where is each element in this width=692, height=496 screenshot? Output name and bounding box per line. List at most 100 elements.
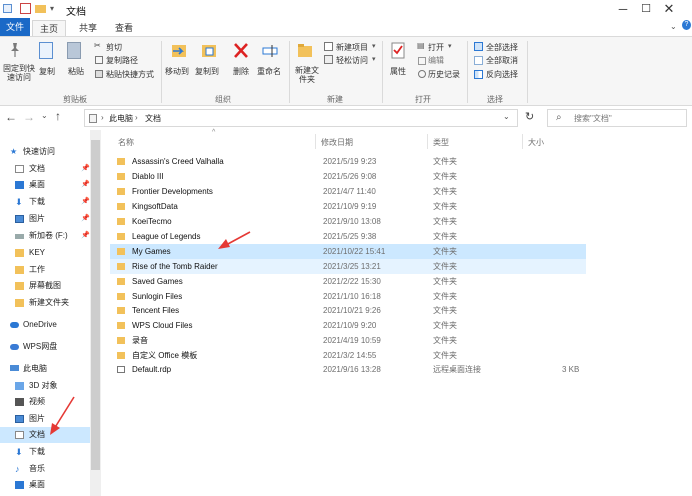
back-arrow-icon[interactable]: ← [5, 110, 17, 124]
folder-icon [117, 188, 125, 195]
navigation-pane: ★ 快速访问 文档 📌 桌面 📌 ⬇ 下载 📌 图片 📌 新加卷 (F:) 📌 [0, 130, 102, 496]
breadcrumb-this-pc[interactable]: 此电脑 [109, 113, 133, 124]
column-header-name[interactable]: 名称 [118, 137, 134, 148]
pin-quick-access-button[interactable]: 固定到快速访问 [1, 64, 37, 82]
nav-wps-cloud[interactable]: WPS网盘 [0, 339, 90, 355]
new-item-dropdown-icon[interactable]: ▾ [372, 42, 376, 50]
new-folder-button[interactable]: 新建文件夹 [295, 66, 319, 84]
nav-item-pictures[interactable]: 图片 📌 [0, 211, 90, 227]
history-button[interactable]: 历史记录 [428, 69, 460, 80]
video-icon [15, 398, 24, 406]
remote-desktop-file-icon [117, 366, 125, 373]
tab-share[interactable]: 共享 [72, 20, 104, 36]
new-item-button[interactable]: 新建项目 [336, 42, 368, 53]
refresh-icon[interactable]: ↻ [525, 110, 534, 123]
easy-access-button[interactable]: 轻松访问 [336, 55, 368, 66]
properties-quick-icon[interactable] [20, 3, 31, 14]
select-all-button[interactable]: 全部选择 [486, 42, 518, 53]
nav-item-desktop[interactable]: 桌面 📌 [0, 177, 90, 193]
table-row[interactable]: Tencent Files 2021/10/21 9:26 文件夹 [110, 303, 586, 318]
table-row[interactable]: KoeiTecmo 2021/9/10 13:08 文件夹 [110, 214, 586, 229]
invert-selection-button[interactable]: 反向选择 [486, 69, 518, 80]
rename-button[interactable]: 重命名 [257, 66, 281, 77]
copy-to-button[interactable]: 复制到 [195, 66, 219, 77]
nav-item-documents[interactable]: 文档 📌 [0, 161, 90, 177]
table-row[interactable]: 自定义 Office 模板 2021/3/2 14:55 文件夹 [110, 348, 586, 363]
address-bar[interactable]: › 此电脑 › 文档 ⌄ [84, 109, 518, 127]
nav-label: 文档 [29, 164, 45, 173]
nav-this-pc[interactable]: 此电脑 [0, 361, 90, 377]
nav-item-screenshots[interactable]: 屏幕截图 [0, 278, 90, 294]
nav-pc-3d-objects[interactable]: 3D 对象 [0, 378, 90, 394]
cut-button[interactable]: 剪切 [106, 42, 122, 53]
cloud-icon [10, 322, 19, 328]
star-icon: ★ [10, 147, 18, 156]
table-row[interactable]: WPS Cloud Files 2021/10/9 9:20 文件夹 [110, 318, 586, 333]
table-row[interactable]: KingsoftData 2021/10/9 9:19 文件夹 [110, 199, 586, 214]
open-button[interactable]: 打开 [428, 42, 444, 53]
file-date: 2021/10/9 9:19 [323, 202, 377, 211]
nav-label: OneDrive [23, 320, 57, 329]
table-row[interactable]: Sunlogin Files 2021/1/10 16:18 文件夹 [110, 289, 586, 304]
column-header-size[interactable]: 大小 [528, 137, 544, 148]
help-icon[interactable]: ? [682, 20, 691, 30]
up-arrow-icon[interactable]: ↑ [55, 109, 61, 123]
tab-view[interactable]: 查看 [108, 20, 140, 36]
table-row[interactable]: Frontier Developments 2021/4/7 11:40 文件夹 [110, 184, 586, 199]
file-name: WPS Cloud Files [132, 321, 193, 330]
table-row[interactable]: Saved Games 2021/2/22 15:30 文件夹 [110, 274, 586, 289]
nav-pc-music[interactable]: ♪ 音乐 [0, 461, 90, 477]
table-row[interactable]: 录音 2021/4/19 10:59 文件夹 [110, 333, 586, 348]
search-box[interactable]: ⌕ 搜索"文档" [547, 109, 687, 127]
tab-home[interactable]: 主页 [32, 20, 66, 36]
address-dropdown-icon[interactable]: ⌄ [503, 112, 510, 121]
nav-label: WPS网盘 [23, 342, 58, 351]
folder-icon [117, 307, 125, 314]
breadcrumb-documents[interactable]: 文档 [145, 113, 161, 124]
column-header-type[interactable]: 类型 [433, 137, 449, 148]
properties-button[interactable]: 属性 [390, 66, 406, 77]
nav-pc-desktop[interactable]: 桌面 [0, 477, 90, 493]
table-row[interactable]: Default.rdp 2021/9/16 13:28 远程桌面连接 3 KB [110, 362, 586, 377]
table-row[interactable]: League of Legends 2021/5/25 9:38 文件夹 [110, 229, 586, 244]
copy-button[interactable]: 复制 [39, 66, 55, 77]
nav-pc-downloads[interactable]: ⬇ 下载 [0, 444, 90, 460]
select-group-label: 选择 [487, 95, 503, 104]
file-date: 2021/2/22 15:30 [323, 277, 381, 286]
column-header-date[interactable]: 修改日期 [321, 137, 353, 148]
file-date: 2021/10/21 9:26 [323, 306, 381, 315]
nav-item-key[interactable]: KEY [0, 245, 90, 261]
table-row[interactable]: My Games 2021/10/22 15:41 文件夹 [110, 244, 586, 259]
nav-item-new-folder[interactable]: 新建文件夹 [0, 295, 90, 311]
file-date: 2021/5/19 9:23 [323, 157, 377, 166]
tab-file[interactable]: 文件 [0, 18, 30, 36]
search-input[interactable]: 搜索"文档" [574, 113, 612, 124]
paste-shortcut-button[interactable]: 粘贴快捷方式 [106, 69, 154, 80]
rename-icon [262, 44, 278, 58]
navigation-scrollbar-thumb[interactable] [91, 140, 100, 470]
edit-button[interactable]: 编辑 [428, 55, 444, 66]
nav-item-work[interactable]: 工作 [0, 262, 90, 278]
copy-path-button[interactable]: 复制路径 [106, 55, 138, 66]
select-none-button[interactable]: 全部取消 [486, 55, 518, 66]
ribbon-expand-icon[interactable]: ⌄ [670, 22, 677, 31]
recent-locations-chevron-icon[interactable]: ⌄ [41, 111, 48, 120]
folder-quick-icon[interactable] [35, 5, 46, 13]
folder-icon [15, 282, 24, 290]
nav-onedrive[interactable]: OneDrive [0, 317, 90, 333]
nav-item-downloads[interactable]: ⬇ 下载 📌 [0, 194, 90, 210]
close-button[interactable]: ✕ [646, 0, 692, 18]
nav-item-drive-f[interactable]: 新加卷 (F:) 📌 [0, 228, 90, 244]
move-to-button[interactable]: 移动到 [165, 66, 189, 77]
quick-access-dropdown-icon[interactable]: ▾ [50, 3, 61, 14]
easy-access-dropdown-icon[interactable]: ▾ [372, 55, 376, 63]
table-row[interactable]: Rise of the Tomb Raider 2021/3/25 13:21 文件… [110, 259, 586, 274]
forward-arrow-icon[interactable]: → [23, 110, 35, 124]
table-row[interactable]: Assassin's Creed Valhalla 2021/5/19 9:23 文… [110, 154, 586, 169]
paste-button[interactable]: 粘贴 [68, 66, 84, 77]
open-dropdown-icon[interactable]: ▾ [448, 42, 452, 50]
table-row[interactable]: Diablo III 2021/5/26 9:08 文件夹 [110, 169, 586, 184]
delete-button[interactable]: 删除 [233, 66, 249, 77]
nav-quick-access[interactable]: ★ 快速访问 [0, 144, 90, 160]
title-bar: ▾ 文档 ─ ☐ ✕ [0, 0, 692, 18]
